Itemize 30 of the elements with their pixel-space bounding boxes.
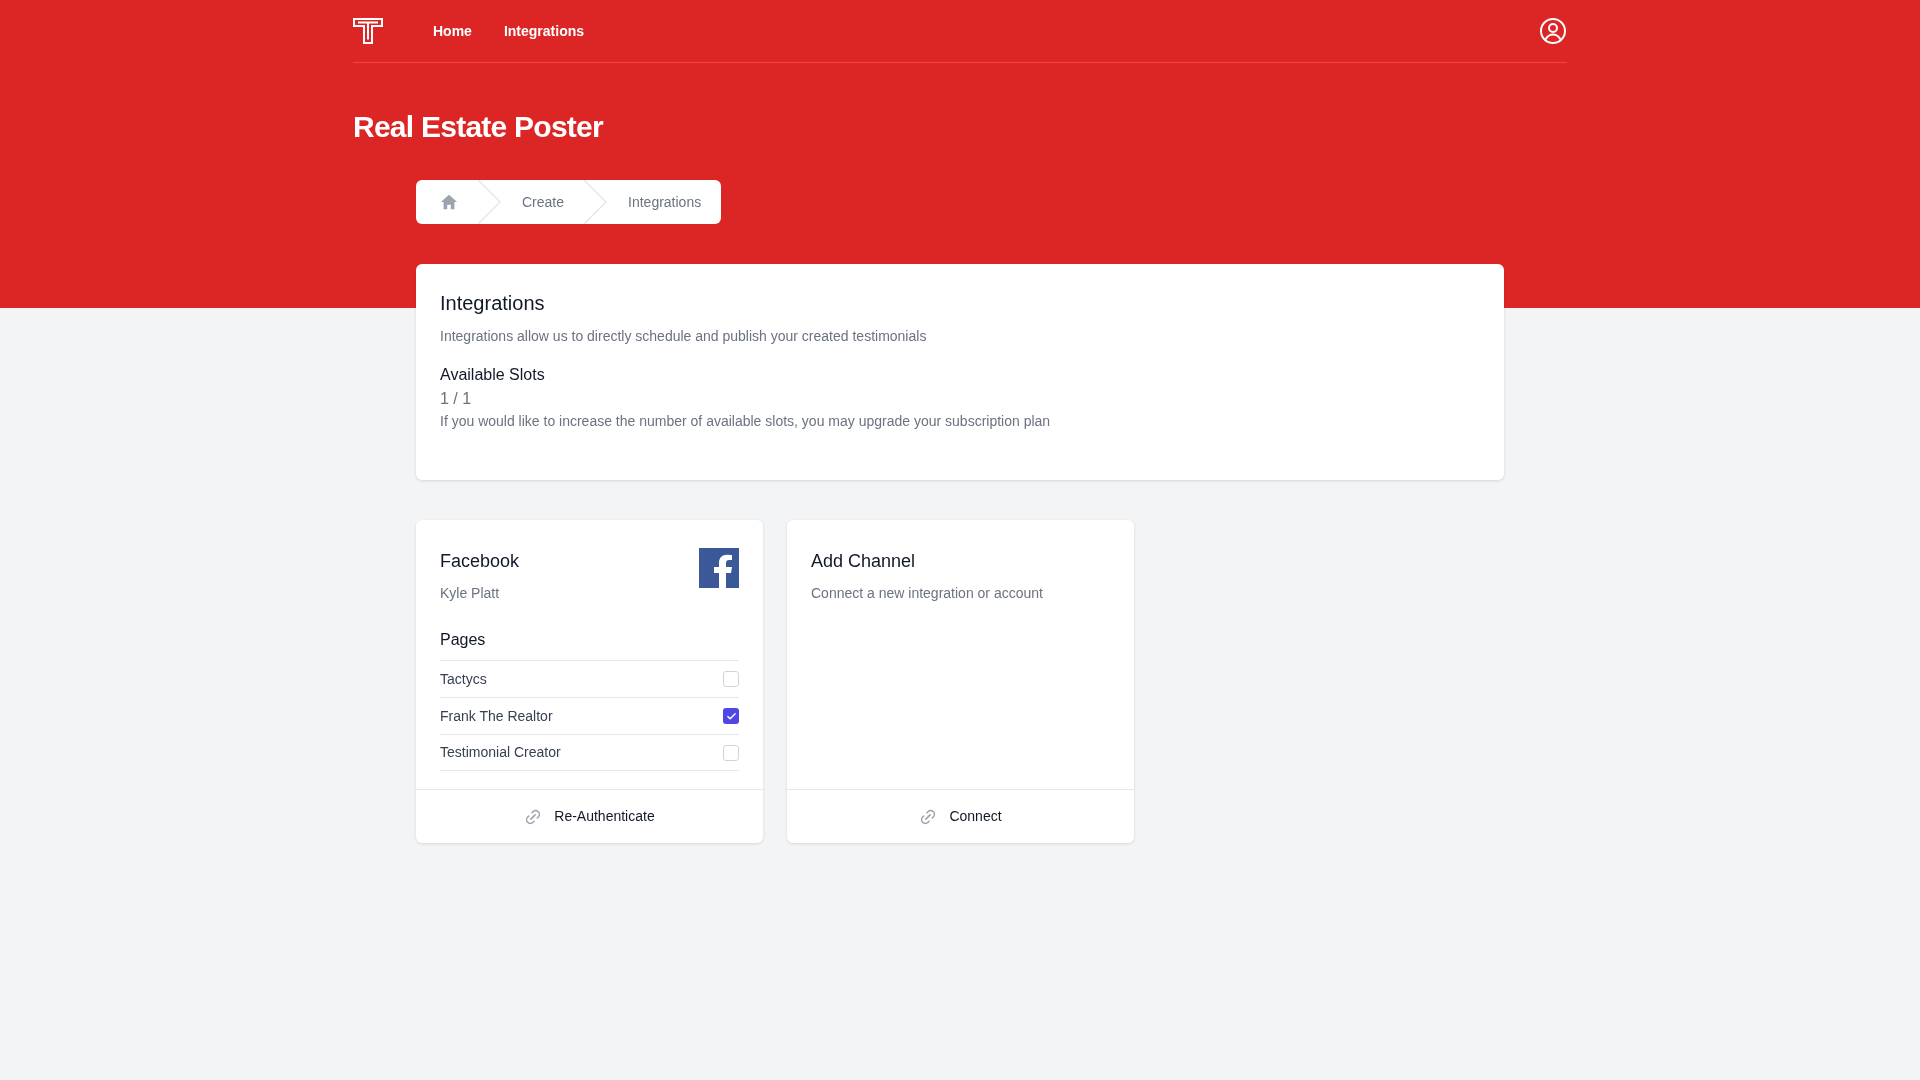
breadcrumb-link[interactable]: Integrations: [608, 191, 722, 213]
card-subtitle: Kyle Platt: [440, 584, 501, 603]
logo-icon[interactable]: [353, 18, 383, 44]
page-name: Testimonial Creator: [440, 743, 561, 762]
slots-value: 1 / 1: [440, 389, 473, 409]
page-name: Frank The Realtor: [440, 706, 553, 726]
page-title: Real Estate Poster: [353, 109, 605, 145]
facebook-logo-icon: [699, 548, 739, 588]
breadcrumb-separator-icon: [584, 180, 609, 224]
pages-heading: Pages: [440, 630, 487, 650]
card-action-button[interactable]: Re-Authenticate: [416, 789, 763, 843]
page-name: Tactycs: [440, 669, 487, 689]
card-title: Integrations: [440, 291, 546, 316]
slots-note: If you would like to increase the number of available slots, you may upgrade your subscription plan: [440, 412, 1052, 431]
slots-label: Available Slots: [440, 365, 546, 385]
check-icon: [725, 710, 737, 722]
page-checkbox[interactable]: [723, 744, 739, 761]
user-icon[interactable]: [1539, 17, 1567, 45]
card-title: Add Channel: [811, 550, 917, 573]
breadcrumb-separator-icon: [478, 180, 502, 224]
nav-link[interactable]: Integrations: [491, 12, 597, 50]
breadcrumb-link[interactable]: Create: [502, 191, 585, 213]
card-subtitle: Connect a new integration or account: [811, 584, 1043, 603]
home-icon[interactable]: [440, 193, 458, 211]
nav-link[interactable]: Home: [421, 12, 484, 50]
card-action-button[interactable]: Connect: [787, 789, 1134, 843]
card-description: Integrations allow us to directly schedule and publish your created testimonials: [440, 327, 928, 346]
page-checkbox[interactable]: [723, 671, 739, 687]
page-checkbox[interactable]: [723, 708, 739, 724]
card-title: Facebook: [440, 550, 520, 573]
